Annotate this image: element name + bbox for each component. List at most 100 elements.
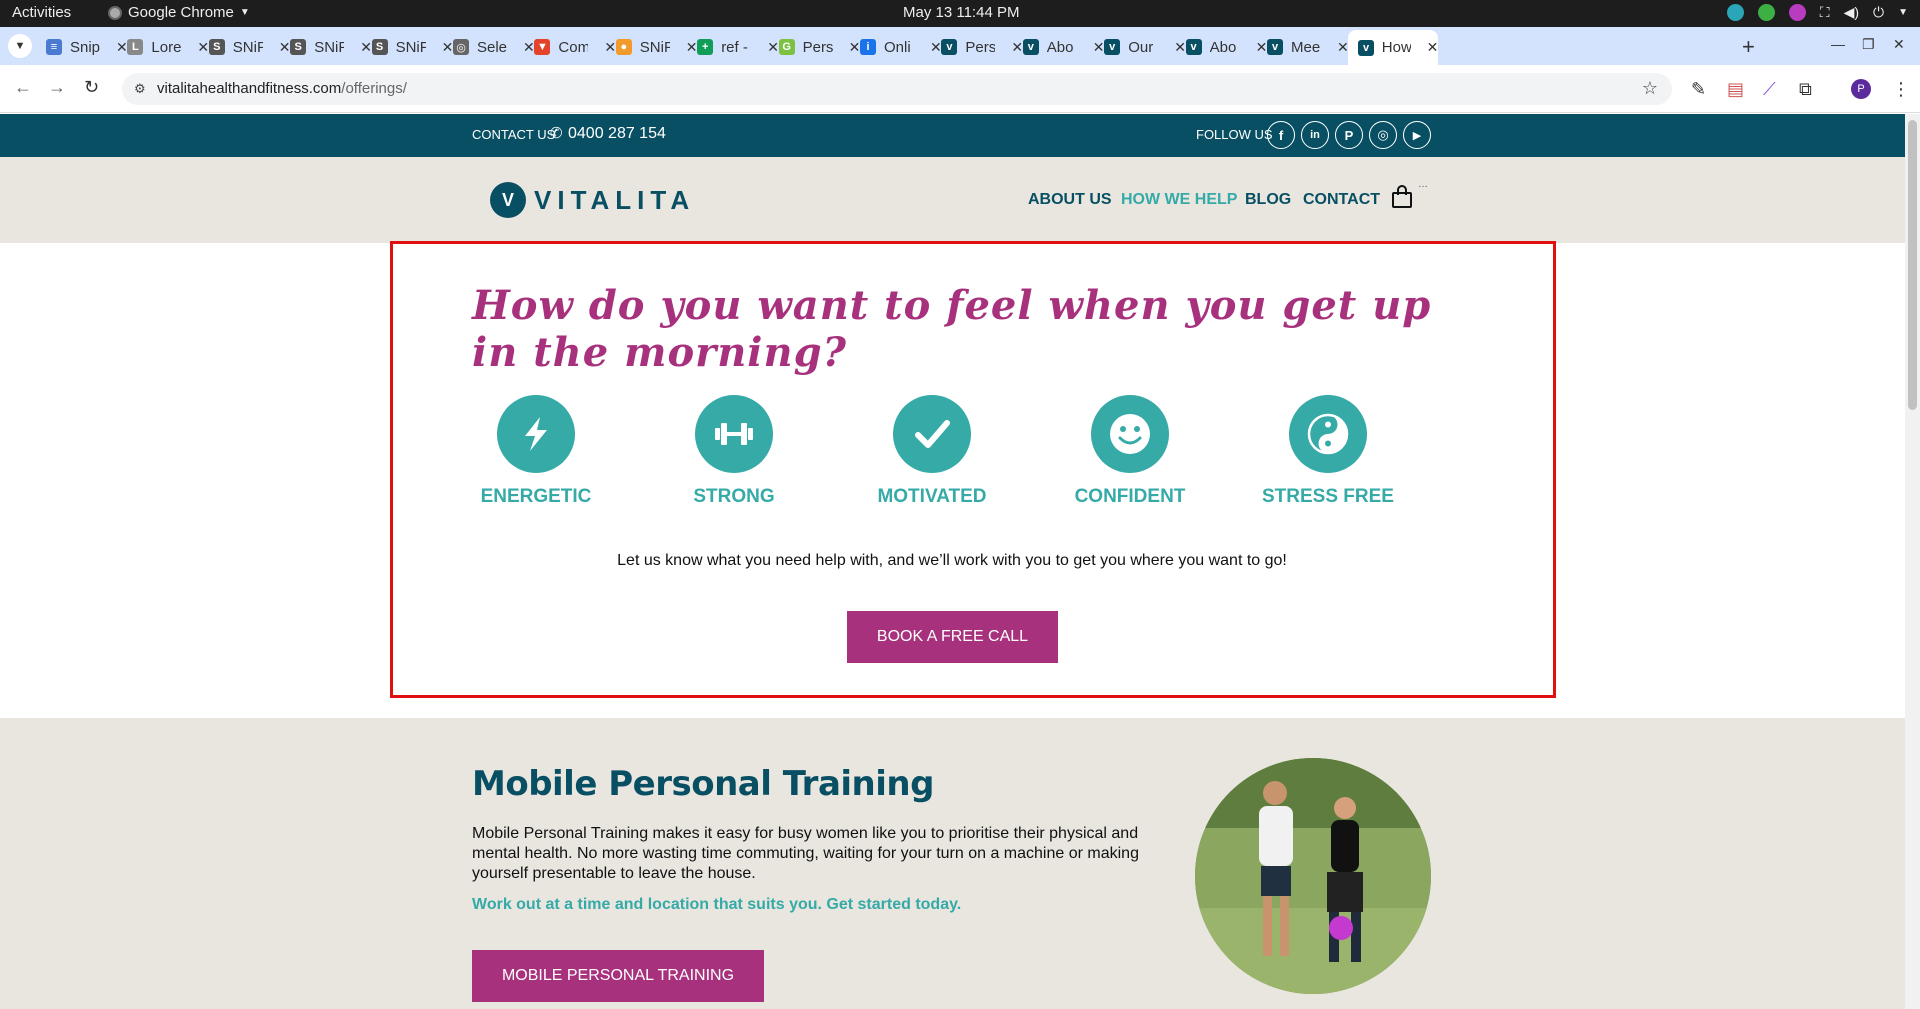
tab-title: ref -: [721, 38, 748, 56]
mobile-personal-training-button[interactable]: MOBILE PERSONAL TRAINING: [472, 950, 764, 1002]
tray-app-icon[interactable]: [1726, 4, 1744, 21]
browser-tab-active[interactable]: v How ✕: [1348, 30, 1439, 65]
tray-color-icon[interactable]: [1788, 4, 1806, 21]
instagram-icon[interactable]: ◎: [1369, 121, 1397, 149]
tab-close-icon[interactable]: ✕: [1174, 39, 1186, 56]
new-tab-button[interactable]: +: [1742, 34, 1755, 60]
tab-favicon-icon: v: [1022, 39, 1039, 55]
maximize-button[interactable]: ❐: [1862, 36, 1875, 53]
yin-yang-icon: [1289, 395, 1367, 473]
volume-icon[interactable]: ◀): [1844, 4, 1859, 21]
browser-tab[interactable]: S SNiP ✕: [371, 32, 460, 62]
system-tray[interactable]: ⛶ ◀) ⏻ ▼: [1726, 4, 1908, 21]
minimize-button[interactable]: —: [1831, 36, 1845, 52]
tab-title: Pers: [965, 38, 996, 56]
browser-tab[interactable]: S SNiP ✕: [290, 32, 378, 62]
tab-title: Abo: [1046, 38, 1074, 56]
tab-close-icon[interactable]: ✕: [1256, 39, 1268, 56]
bookmark-star-icon[interactable]: ☆: [1642, 78, 1658, 99]
logo-wordmark: VITALITA: [534, 184, 696, 215]
tab-favicon-icon: G: [778, 39, 795, 55]
feeling-label: ENERGETIC: [480, 486, 592, 507]
phone-icon: ✆: [550, 125, 563, 142]
tab-close-icon[interactable]: ✕: [116, 39, 128, 56]
smiley-icon: [1091, 395, 1169, 473]
tab-title: SNiP: [395, 38, 426, 56]
tab-close-icon[interactable]: ✕: [849, 39, 861, 56]
tab-close-icon[interactable]: ✕: [604, 39, 616, 56]
shopping-bag-icon[interactable]: …: [1391, 179, 1428, 209]
tab-favicon-icon: ◎: [453, 39, 469, 55]
scrollbar-thumb[interactable]: [1908, 120, 1917, 410]
browser-tab[interactable]: v Our ✕: [1104, 32, 1192, 62]
browser-tab[interactable]: G Pers ✕: [778, 32, 867, 62]
youtube-icon[interactable]: ▶: [1403, 121, 1431, 149]
nav-contact[interactable]: CONTACT: [1303, 191, 1380, 209]
nav-how-we-help[interactable]: HOW WE HELP: [1121, 191, 1237, 209]
page-scrollbar[interactable]: [1905, 114, 1920, 1009]
network-icon[interactable]: ⛶: [1820, 4, 1830, 21]
pinterest-icon[interactable]: P: [1335, 121, 1363, 149]
pen-extension-icon[interactable]: ⟋: [1763, 79, 1776, 100]
clock[interactable]: May 13 11:44 PM: [903, 4, 1019, 21]
menu-kebab-icon[interactable]: ⋮: [1892, 79, 1910, 100]
vitalita-logo[interactable]: V VITALITA: [490, 182, 695, 218]
tab-close-icon[interactable]: ✕: [930, 39, 942, 56]
browser-tab[interactable]: i Onli ✕: [860, 32, 948, 62]
calendar-extension-icon[interactable]: ▤: [1727, 79, 1744, 100]
browser-tab[interactable]: ◎ Sele ✕: [453, 32, 541, 62]
tab-close-icon[interactable]: ✕: [442, 39, 454, 56]
back-button[interactable]: ←: [14, 77, 32, 98]
app-menu[interactable]: Google Chrome ▼: [108, 4, 250, 21]
profile-avatar[interactable]: P: [1851, 79, 1871, 99]
tab-close-icon[interactable]: ✕: [1093, 39, 1105, 56]
tab-search-button[interactable]: ▼: [8, 34, 32, 58]
tab-close-icon[interactable]: ✕: [767, 39, 779, 56]
caret-down-icon: ▼: [239, 7, 250, 18]
tab-close-icon[interactable]: ✕: [197, 39, 209, 56]
tab-favicon-icon: v: [1267, 39, 1283, 55]
address-bar[interactable]: ⚙ vitalitahealthandfitness.com/offerings…: [122, 73, 1672, 105]
url-text[interactable]: vitalitahealthandfitness.com/offerings/: [157, 80, 407, 97]
linkedin-icon[interactable]: in: [1301, 121, 1329, 149]
tab-close-icon[interactable]: ✕: [1337, 39, 1349, 56]
activities-button[interactable]: Activities: [12, 4, 71, 21]
browser-tab[interactable]: v Pers ✕: [941, 32, 1030, 62]
browser-tab[interactable]: S SNiP ✕: [208, 32, 297, 62]
browser-tab[interactable]: v Mee ✕: [1267, 32, 1355, 62]
tab-close-icon[interactable]: ✕: [523, 39, 535, 56]
browser-tab[interactable]: ● SNiP ✕: [615, 32, 704, 62]
browser-tab[interactable]: v Abo ✕: [1185, 32, 1274, 62]
book-free-call-button[interactable]: BOOK A FREE CALL: [847, 611, 1058, 663]
tab-favicon-icon: v: [1104, 39, 1121, 55]
phone-number-link[interactable]: 0400 287 154: [568, 125, 666, 143]
intro-text: Let us know what you need help with, and…: [617, 552, 1287, 569]
facebook-icon[interactable]: f: [1267, 121, 1295, 149]
tab-close-icon[interactable]: ✕: [1427, 39, 1439, 56]
site-info-icon[interactable]: ⚙: [134, 81, 146, 97]
nav-about-us[interactable]: ABOUT US: [1028, 191, 1112, 209]
reload-button[interactable]: ↻: [84, 77, 99, 98]
eyedropper-extension-icon[interactable]: ✎: [1691, 79, 1706, 100]
tab-close-icon[interactable]: ✕: [686, 39, 698, 56]
tab-close-icon[interactable]: ✕: [1011, 39, 1023, 56]
nav-blog[interactable]: BLOG: [1245, 191, 1291, 209]
tab-favicon-icon: S: [208, 39, 225, 55]
power-icon[interactable]: ⏻: [1873, 4, 1884, 21]
tab-close-icon[interactable]: ✕: [279, 39, 291, 56]
feeling-label: STRESS FREE: [1262, 486, 1394, 507]
tab-favicon-icon: S: [290, 39, 307, 55]
tray-check-icon[interactable]: [1757, 4, 1775, 21]
forward-button[interactable]: →: [48, 77, 66, 98]
browser-tab[interactable]: v Abo ✕: [1022, 32, 1111, 62]
tab-close-icon[interactable]: ✕: [360, 39, 372, 56]
extensions-puzzle-icon[interactable]: ⧉: [1799, 79, 1812, 100]
browser-tab[interactable]: + ref - ✕: [697, 32, 785, 62]
chevron-down-icon[interactable]: ▼: [1898, 7, 1908, 18]
close-window-button[interactable]: ✕: [1893, 36, 1905, 53]
browser-tab[interactable]: ≡ Snip ✕: [46, 32, 134, 62]
url-path: /offerings/: [341, 80, 407, 97]
feeling-motivated: MOTIVATED: [852, 395, 1012, 508]
browser-tab[interactable]: ▼ Com ✕: [534, 32, 623, 62]
browser-tab[interactable]: L Lore ✕: [127, 32, 216, 62]
